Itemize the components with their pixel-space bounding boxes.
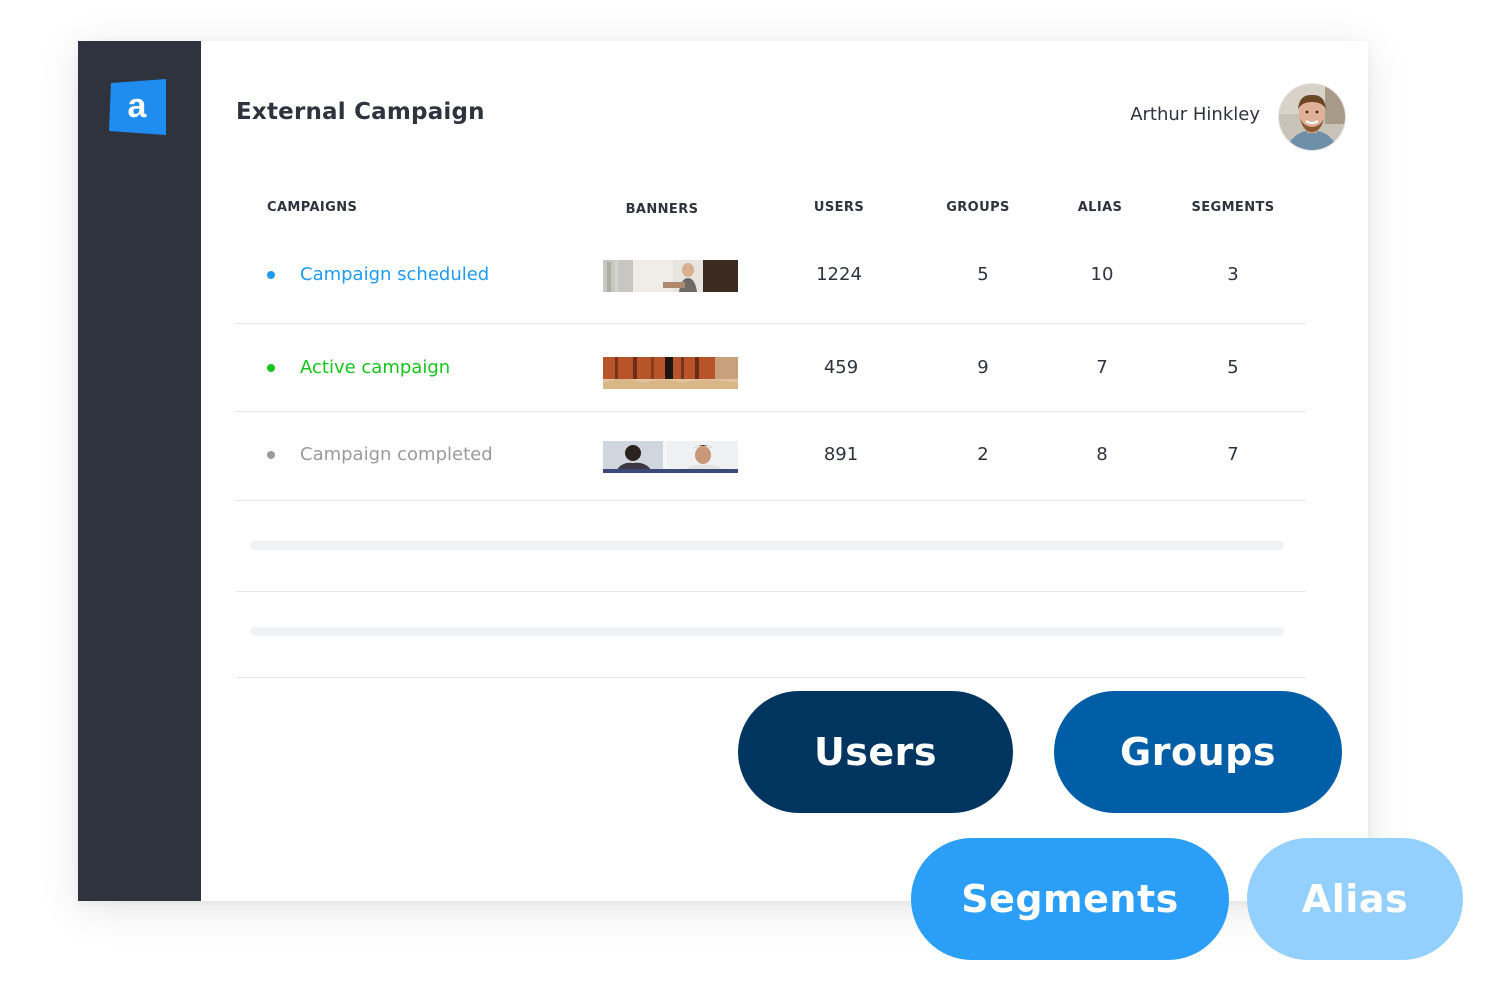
column-header-segments[interactable]: SEGMENTS [1191,200,1274,215]
cell-groups: 2 [977,444,989,465]
cell-segments: 5 [1227,357,1239,378]
placeholder-row [250,627,1284,636]
cell-users: 891 [823,444,859,465]
logo-letter: a [128,87,148,125]
cell-segments: 3 [1227,264,1239,285]
row-divider [236,500,1306,501]
banner-thumbnail[interactable] [603,441,738,473]
row-divider [236,411,1306,412]
cell-groups: 5 [977,264,989,285]
users-pill-button[interactable]: Users [738,691,1013,813]
cell-users: 1224 [816,264,862,285]
campaign-link[interactable]: Campaign completed [300,444,493,465]
cell-groups: 9 [977,357,989,378]
column-header-groups[interactable]: GROUPS [946,200,1010,215]
page-title: External Campaign [236,99,485,125]
column-header-users[interactable]: USERS [814,200,864,215]
row-divider [236,677,1306,678]
placeholder-row [250,541,1284,550]
column-header-banners[interactable]: BANNERS [626,202,699,217]
row-divider [236,323,1306,324]
cell-users: 459 [823,357,859,378]
column-header-alias[interactable]: ALIAS [1078,200,1123,215]
alias-pill-button[interactable]: Alias [1247,838,1463,960]
user-name[interactable]: Arthur Hinkley [1130,104,1260,125]
avatar[interactable] [1278,83,1346,151]
cell-alias: 10 [1090,264,1114,285]
stage: a External Campaign Arthur Hinkley CAMPA… [0,0,1500,1000]
campaign-link[interactable]: Campaign scheduled [300,264,489,285]
groups-pill-button[interactable]: Groups [1054,691,1342,813]
status-dot-completed [267,451,275,459]
cell-alias: 7 [1096,357,1108,378]
segments-pill-button[interactable]: Segments [911,838,1229,960]
row-divider [236,591,1306,592]
campaign-link[interactable]: Active campaign [300,357,450,378]
status-dot-scheduled [267,271,275,279]
column-header-campaigns[interactable]: CAMPAIGNS [267,200,357,215]
app-logo-icon[interactable]: a [109,79,166,135]
cell-alias: 8 [1096,444,1108,465]
cell-segments: 7 [1227,444,1239,465]
status-dot-active [267,364,275,372]
banner-thumbnail[interactable] [603,357,738,389]
banner-thumbnail[interactable] [603,260,738,292]
sidebar: a [78,41,201,901]
